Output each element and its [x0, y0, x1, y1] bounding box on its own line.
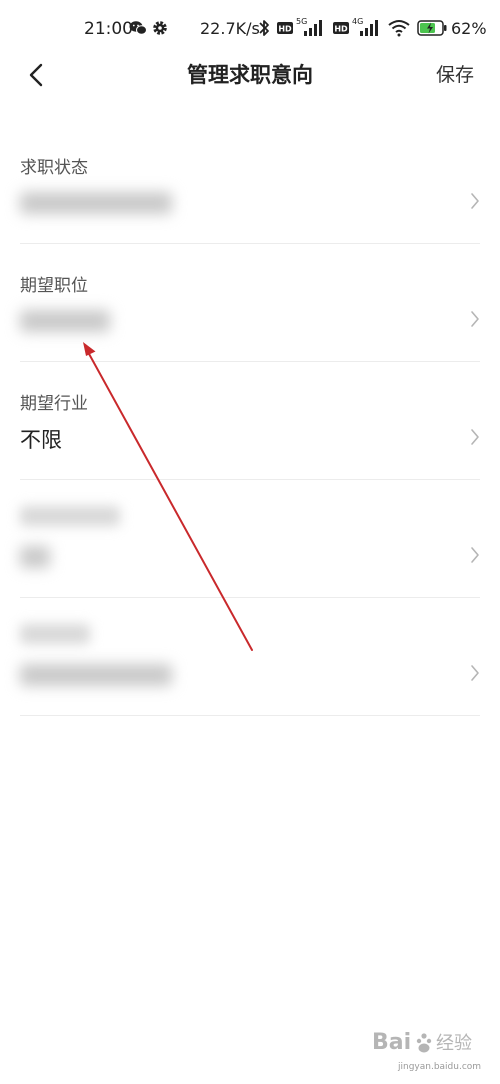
watermark-subtext: jingyan.baidu.com	[398, 1062, 482, 1072]
gear-icon	[153, 21, 167, 35]
list-item-job-status[interactable]: 求职状态	[20, 126, 480, 244]
redacted-label	[20, 624, 90, 644]
intention-list: 求职状态 期望职位 期望行业 不限	[0, 126, 500, 716]
page-title: 管理求职意向	[187, 63, 313, 87]
watermark-logo: Bai 经验	[372, 1030, 472, 1055]
wechat-icon	[129, 21, 147, 35]
list-item-redacted-1[interactable]	[20, 480, 480, 598]
svg-text:HD: HD	[278, 25, 292, 34]
item-value: 不限	[20, 428, 62, 452]
list-item-redacted-2[interactable]	[20, 598, 480, 716]
chevron-right-icon	[471, 665, 479, 681]
save-button[interactable]: 保存	[436, 60, 474, 90]
svg-text:Bai: Bai	[372, 1030, 411, 1055]
bluetooth-icon	[259, 20, 269, 36]
svg-text:4G: 4G	[352, 17, 363, 26]
item-label: 期望职位	[20, 276, 88, 296]
svg-text:5G: 5G	[296, 17, 307, 26]
signal-4g-icon: 4G	[352, 17, 378, 36]
redacted-value	[20, 192, 172, 214]
battery-percent: 62%	[451, 19, 487, 38]
hd-icon: HD	[277, 22, 293, 34]
hd-icon: HD	[333, 22, 349, 34]
item-label: 求职状态	[20, 158, 88, 178]
wifi-icon	[388, 20, 410, 37]
network-speed: 22.7K/s	[200, 19, 260, 38]
redacted-value	[20, 664, 172, 686]
chevron-right-icon	[471, 193, 479, 209]
list-item-expected-position[interactable]: 期望职位	[20, 244, 480, 362]
item-label: 期望行业	[20, 394, 88, 414]
battery-charging-icon	[417, 20, 447, 36]
status-time: 21:00	[84, 19, 133, 39]
list-item-expected-industry[interactable]: 期望行业 不限	[20, 362, 480, 480]
chevron-right-icon	[471, 429, 479, 445]
redacted-value	[20, 546, 50, 568]
svg-text:经验: 经验	[436, 1033, 472, 1054]
chevron-right-icon	[471, 311, 479, 327]
status-bar: 21:00 22.7K/s HD 5G HD 4G 62%	[0, 0, 500, 58]
chevron-right-icon	[471, 547, 479, 563]
svg-text:HD: HD	[334, 25, 348, 34]
signal-5g-icon: 5G	[296, 17, 322, 36]
redacted-value	[20, 310, 110, 332]
redacted-label	[20, 506, 120, 526]
